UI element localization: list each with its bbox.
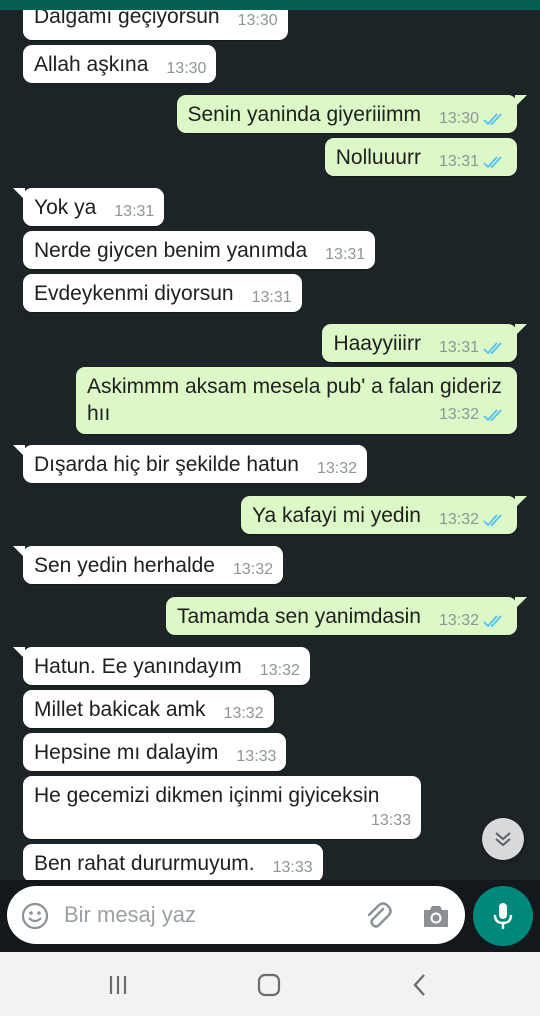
message-time: 13:32 (232, 561, 274, 578)
microphone-icon (493, 903, 513, 929)
message-text: Hepsine mı dalayim (34, 741, 219, 764)
read-ticks-icon (483, 409, 502, 422)
message-text: Nerde giycen benim yanımda (34, 239, 308, 262)
message-text: Ben rahat dururmuyum. (34, 852, 255, 875)
message-text: Evdeykenmi diyorsun (34, 282, 234, 305)
message-outgoing[interactable]: Ya kafayi mi yedin 13:32 (241, 496, 527, 534)
message-outgoing[interactable]: Haayyiiirr 13:31 (322, 324, 527, 362)
message-meta: 13:32 (439, 611, 507, 631)
emoji-icon[interactable] (21, 902, 49, 930)
message-time: 13:31 (438, 153, 479, 170)
message-incoming[interactable]: Hatun. Ee yanındayım 13:32 (13, 647, 310, 685)
message-time: 13:32 (438, 406, 479, 423)
message-text: Hatun. Ee yanındayım (34, 655, 242, 678)
double-chevron-down-icon (495, 832, 511, 847)
camera-icon[interactable] (421, 902, 451, 930)
message-time: 13:33 (370, 812, 411, 829)
chat-area[interactable]: Dalgamı geçiyorsun 13:30 Allah aşkına 13… (0, 0, 540, 880)
message-text: Ya kafayi mi yedin (252, 504, 421, 527)
message-incoming[interactable]: Ben rahat dururmuyum. 13:33 (23, 844, 323, 880)
read-ticks-icon (483, 514, 502, 527)
message-time: 13:31 (251, 289, 292, 306)
message-text: Nolluuurr (335, 146, 421, 169)
message-text: Dışarda hiç bir şekilde hatun (34, 453, 299, 476)
message-time: 13:30 (438, 110, 479, 127)
message-time: 13:32 (223, 705, 264, 722)
message-time: 13:30 (237, 12, 278, 29)
scroll-to-bottom-button[interactable] (482, 818, 524, 860)
back-icon[interactable] (405, 972, 435, 998)
message-time: 13:31 (438, 339, 479, 356)
message-text: Yok ya (34, 196, 97, 219)
home-icon[interactable] (254, 972, 284, 998)
message-composer[interactable]: Bir mesaj yaz (7, 886, 465, 944)
message-meta: 13:31 (439, 152, 507, 172)
message-time: 13:32 (438, 612, 479, 629)
message-text: Allah aşkına (34, 53, 149, 76)
read-ticks-icon (483, 156, 502, 169)
top-bar (0, 0, 540, 10)
message-time: 13:33 (236, 748, 277, 765)
message-input[interactable]: Bir mesaj yaz (64, 902, 196, 928)
message-outgoing[interactable]: Tamamda sen yanimdasin 13:32 (166, 597, 527, 635)
message-incoming[interactable]: Evdeykenmi diyorsun 13:31 (23, 274, 302, 312)
message-time: 13:32 (259, 662, 300, 679)
message-time: 13:31 (325, 246, 366, 263)
message-meta: 13:32 (439, 510, 507, 530)
read-ticks-icon (483, 113, 502, 126)
message-incoming[interactable]: He gecemizi dikmen içinmi giyiceksin 13:… (23, 776, 421, 839)
recent-apps-icon[interactable] (103, 972, 133, 998)
message-incoming[interactable]: Millet bakicak amk 13:32 (23, 690, 274, 728)
message-text: Senin yaninda giyeriiimm (187, 103, 421, 126)
message-text: Sen yedin herhalde (34, 554, 215, 577)
paperclip-icon[interactable] (363, 901, 393, 931)
message-incoming[interactable]: Nerde giycen benim yanımda 13:31 (23, 231, 376, 269)
message-text: Millet bakicak amk (34, 698, 206, 721)
message-meta: 13:31 (439, 338, 507, 358)
message-outgoing[interactable]: Senin yaninda giyeriiimm 13:30 (176, 95, 527, 133)
message-time: 13:32 (316, 460, 358, 477)
message-incoming[interactable]: Yok ya 13:31 (12, 188, 165, 226)
message-text: Tamamda sen yanimdasin (177, 605, 421, 628)
message-incoming[interactable]: Hepsine mı dalayim 13:33 (23, 733, 287, 771)
system-navigation-bar (0, 952, 540, 1016)
message-time: 13:30 (166, 60, 207, 77)
message-meta: 13:30 (439, 109, 507, 129)
message-incoming[interactable]: Dışarda hiç bir şekilde hatun 13:32 (12, 445, 368, 483)
microphone-button[interactable] (473, 886, 533, 946)
message-time: 13:32 (438, 511, 479, 528)
message-outgoing[interactable]: Askimmm aksam mesela pub' a falan gideri… (76, 367, 517, 434)
message-text: He gecemizi dikmen içinmi giyiceksin (34, 784, 380, 807)
message-incoming[interactable]: Allah aşkına 13:30 (23, 45, 217, 83)
message-time: 13:33 (272, 859, 313, 876)
message-meta: 13:32 (87, 405, 507, 425)
message-incoming[interactable]: Sen yedin herhalde 13:32 (12, 546, 284, 584)
message-outgoing[interactable]: Nolluuurr 13:31 (324, 138, 517, 176)
read-ticks-icon (483, 342, 502, 355)
read-ticks-icon (483, 615, 502, 628)
message-text: Haayyiiirr (333, 332, 421, 355)
message-time: 13:31 (114, 203, 155, 220)
